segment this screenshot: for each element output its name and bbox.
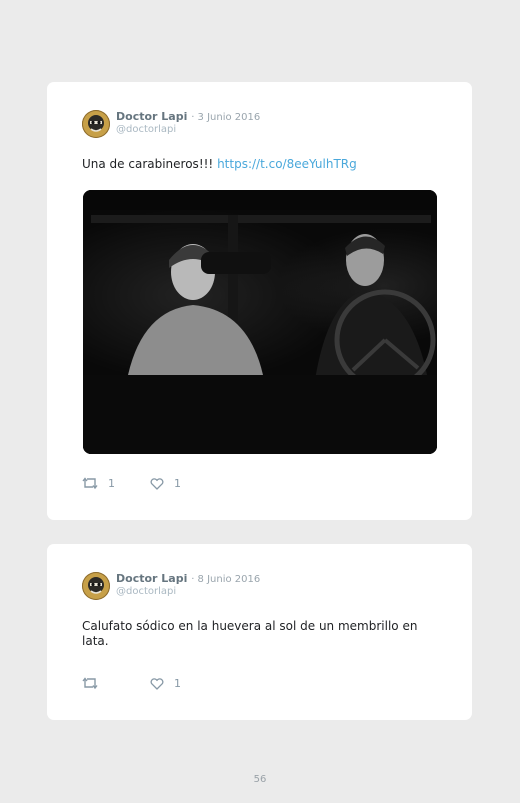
retweet-count: 1	[108, 477, 115, 490]
avatar-icon	[83, 111, 109, 137]
page-number: 56	[253, 774, 267, 785]
like-count: 1	[174, 477, 181, 490]
author-handle[interactable]: @doctorlapi	[116, 586, 176, 597]
retweet-button[interactable]	[82, 677, 108, 690]
tweet-body: Una de carabineros!!!	[82, 157, 218, 171]
avatar[interactable]	[82, 110, 110, 138]
retweet-icon	[82, 477, 98, 490]
author-line: Doctor Lapi · 8 Junio 2016	[116, 572, 260, 585]
tweet-date[interactable]: · 8 Junio 2016	[191, 574, 260, 585]
avatar-icon	[83, 573, 109, 599]
like-button[interactable]: 1	[150, 477, 181, 490]
retweet-icon	[82, 677, 98, 690]
like-count: 1	[174, 677, 181, 690]
tweet-body: Calufato sódico en la huevera al sol de …	[82, 619, 418, 648]
tweet-card: Doctor Lapi · 8 Junio 2016 @doctorlapi C…	[47, 544, 472, 720]
author-handle[interactable]: @doctorlapi	[116, 124, 176, 135]
tweet-card: Doctor Lapi · 3 Junio 2016 @doctorlapi U…	[47, 82, 472, 520]
tweet-date[interactable]: · 3 Junio 2016	[191, 112, 260, 123]
tweet-text: Una de carabineros!!! https://t.co/8eeYu…	[82, 157, 427, 172]
film-still-image	[83, 190, 437, 454]
retweet-button[interactable]: 1	[82, 477, 115, 490]
like-button[interactable]: 1	[150, 677, 181, 690]
heart-icon	[150, 477, 164, 490]
heart-icon	[150, 677, 164, 690]
author-name[interactable]: Doctor Lapi	[116, 110, 187, 123]
tweet-link[interactable]: https://t.co/8eeYulhTRg	[217, 157, 357, 171]
tweet-text: Calufato sódico en la huevera al sol de …	[82, 619, 427, 649]
author-name[interactable]: Doctor Lapi	[116, 572, 187, 585]
avatar[interactable]	[82, 572, 110, 600]
tweet-photo[interactable]	[83, 190, 437, 454]
author-line: Doctor Lapi · 3 Junio 2016	[116, 110, 260, 123]
